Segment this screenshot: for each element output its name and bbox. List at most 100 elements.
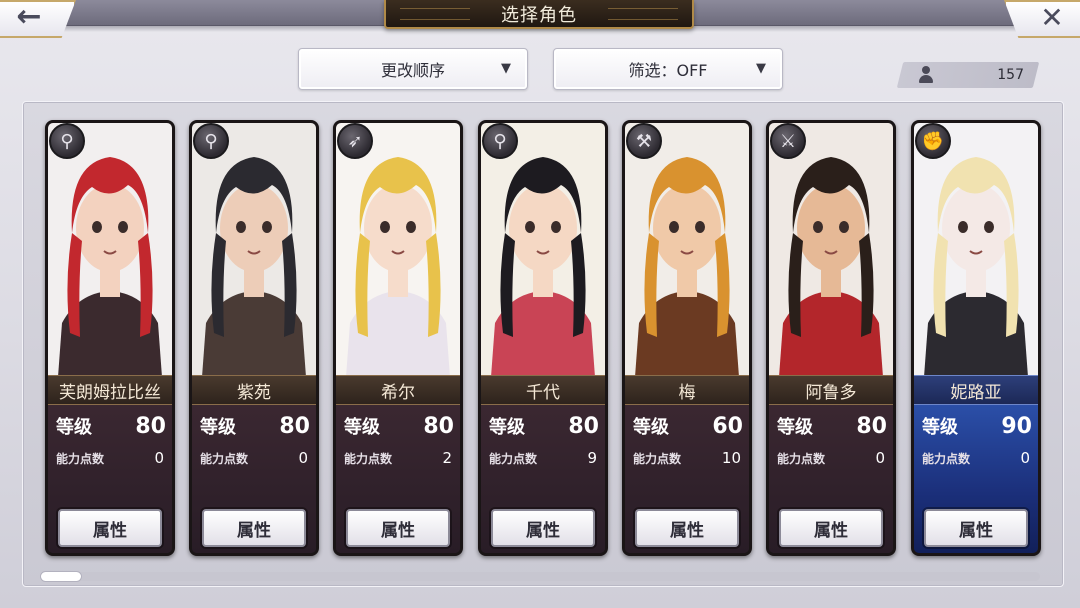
character-portrait[interactable] — [625, 123, 749, 377]
hammer-icon: ⚒ — [626, 123, 662, 159]
character-name-plate: 梅 — [625, 375, 749, 405]
level-row: 等级 80 — [777, 413, 887, 439]
horizontal-scrollbar-thumb[interactable] — [40, 571, 82, 582]
ability-points-row: 能力点数 0 — [777, 449, 885, 467]
character-name-plate: 阿鲁多 — [769, 375, 893, 405]
level-row: 等级 80 — [200, 413, 310, 439]
level-value: 90 — [1001, 414, 1032, 439]
character-card[interactable]: ⚔ 阿鲁多等级 80 能力点数 0 属性 — [766, 120, 896, 556]
character-stats: 等级 80 能力点数 0 属性 — [192, 405, 316, 553]
ability-points-label: 能力点数 — [777, 451, 826, 466]
ability-points-value: 9 — [587, 449, 597, 467]
ability-points-row: 能力点数 0 — [56, 449, 164, 467]
character-stats: 等级 80 能力点数 0 属性 — [769, 405, 893, 553]
character-card[interactable]: ✊ 妮路亚等级 90 能力点数 0 属性 — [911, 120, 1041, 556]
sword-icon: ⚔ — [770, 123, 806, 159]
level-value: 80 — [568, 414, 599, 439]
level-label: 等级 — [777, 417, 813, 438]
character-count: 157 — [906, 62, 1030, 88]
level-label: 等级 — [489, 417, 525, 438]
ability-points-value: 2 — [442, 449, 452, 467]
character-name-plate: 妮路亚 — [914, 375, 1038, 405]
ability-points-row: 能力点数 10 — [633, 449, 741, 467]
character-name: 妮路亚 — [950, 382, 1002, 403]
filter-label: 筛选：OFF — [628, 61, 708, 80]
fist-icon: ✊ — [915, 123, 951, 159]
ability-points-row: 能力点数 0 — [922, 449, 1030, 467]
attributes-button-label: 属性 — [526, 520, 560, 541]
attributes-button[interactable]: 属性 — [58, 509, 162, 547]
ability-points-row: 能力点数 9 — [489, 449, 597, 467]
level-label: 等级 — [633, 417, 669, 438]
attributes-button[interactable]: 属性 — [924, 509, 1028, 547]
character-portrait[interactable] — [914, 123, 1038, 377]
level-row: 等级 80 — [344, 413, 454, 439]
sort-order-dropdown[interactable]: 更改顺序 ▼ — [298, 48, 528, 90]
character-name: 梅 — [678, 382, 696, 403]
character-stats: 等级 80 能力点数 2 属性 — [336, 405, 460, 553]
level-label: 等级 — [344, 417, 380, 438]
character-stats: 等级 90 能力点数 0 属性 — [914, 405, 1038, 553]
character-portrait[interactable] — [481, 123, 605, 377]
level-value: 80 — [279, 414, 310, 439]
sort-order-label: 更改顺序 — [380, 61, 445, 80]
chevron-down-icon: ▼ — [756, 61, 766, 76]
character-card[interactable]: ⚒ 梅等级 60 能力点数 10 属性 — [622, 120, 752, 556]
level-value: 60 — [712, 414, 743, 439]
attributes-button[interactable]: 属性 — [346, 509, 450, 547]
attributes-button-label: 属性 — [959, 520, 993, 541]
attributes-button[interactable]: 属性 — [202, 509, 306, 547]
level-value: 80 — [423, 414, 454, 439]
character-name-plate: 紫苑 — [192, 375, 316, 405]
ability-points-row: 能力点数 0 — [200, 449, 308, 467]
ability-points-value: 0 — [875, 449, 885, 467]
filter-dropdown[interactable]: 筛选：OFF ▼ — [553, 48, 783, 90]
attributes-button[interactable]: 属性 — [635, 509, 739, 547]
character-portrait[interactable] — [336, 123, 460, 377]
ability-points-value: 10 — [721, 449, 741, 467]
horizontal-scrollbar-track[interactable] — [40, 572, 1040, 581]
character-stats: 等级 80 能力点数 0 属性 — [48, 405, 172, 553]
character-portrait[interactable] — [48, 123, 172, 377]
chevron-down-icon: ▼ — [501, 61, 511, 76]
level-value: 80 — [135, 414, 166, 439]
ability-points-label: 能力点数 — [633, 451, 682, 466]
level-row: 等级 80 — [56, 413, 166, 439]
attributes-button[interactable]: 属性 — [491, 509, 595, 547]
character-stats: 等级 80 能力点数 9 属性 — [481, 405, 605, 553]
level-value: 80 — [856, 414, 887, 439]
ability-points-label: 能力点数 — [344, 451, 393, 466]
page-title: 选择角色 — [501, 4, 577, 26]
level-label: 等级 — [200, 417, 236, 438]
back-button[interactable]: ← — [0, 0, 76, 38]
level-label: 等级 — [56, 417, 92, 438]
attributes-button-label: 属性 — [814, 520, 848, 541]
character-card[interactable]: ➶ 希尔 等级 80 能力点数 2 属性 — [333, 120, 463, 556]
character-name-plate: 千代 — [481, 375, 605, 405]
character-name: 千代 — [526, 382, 560, 403]
ability-points-value: 0 — [1020, 449, 1030, 467]
character-portrait[interactable] — [769, 123, 893, 377]
character-count-value: 157 — [997, 67, 1024, 83]
character-name-plate: 希尔 — [336, 375, 460, 405]
character-card[interactable]: ⚲ 紫苑等级 80 能力点数 0 属性 — [189, 120, 319, 556]
character-portrait[interactable] — [192, 123, 316, 377]
character-name: 希尔 — [381, 382, 415, 403]
character-card[interactable]: ⚲ 芙朗姆拉比丝 等级 80 能力点数 0 属性 — [45, 120, 175, 556]
character-name: 芙朗姆拉比丝 — [59, 382, 161, 403]
attributes-button[interactable]: 属性 — [779, 509, 883, 547]
attributes-button-label: 属性 — [93, 520, 127, 541]
level-label: 等级 — [922, 417, 958, 438]
ability-points-label: 能力点数 — [489, 451, 538, 466]
attributes-button-label: 属性 — [670, 520, 704, 541]
attributes-button-label: 属性 — [237, 520, 271, 541]
attributes-button-label: 属性 — [381, 520, 415, 541]
ability-points-row: 能力点数 2 — [344, 449, 452, 467]
back-arrow-icon: ← — [16, 0, 42, 34]
character-name: 阿鲁多 — [805, 382, 857, 403]
bow-icon: ➶ — [337, 123, 373, 159]
close-button[interactable]: ✕ — [1004, 0, 1080, 38]
character-stats: 等级 60 能力点数 10 属性 — [625, 405, 749, 553]
rod-icon: ⚲ — [193, 123, 229, 159]
character-card[interactable]: ⚲ 千代 等级 80 能力点数 9 属性 — [478, 120, 608, 556]
